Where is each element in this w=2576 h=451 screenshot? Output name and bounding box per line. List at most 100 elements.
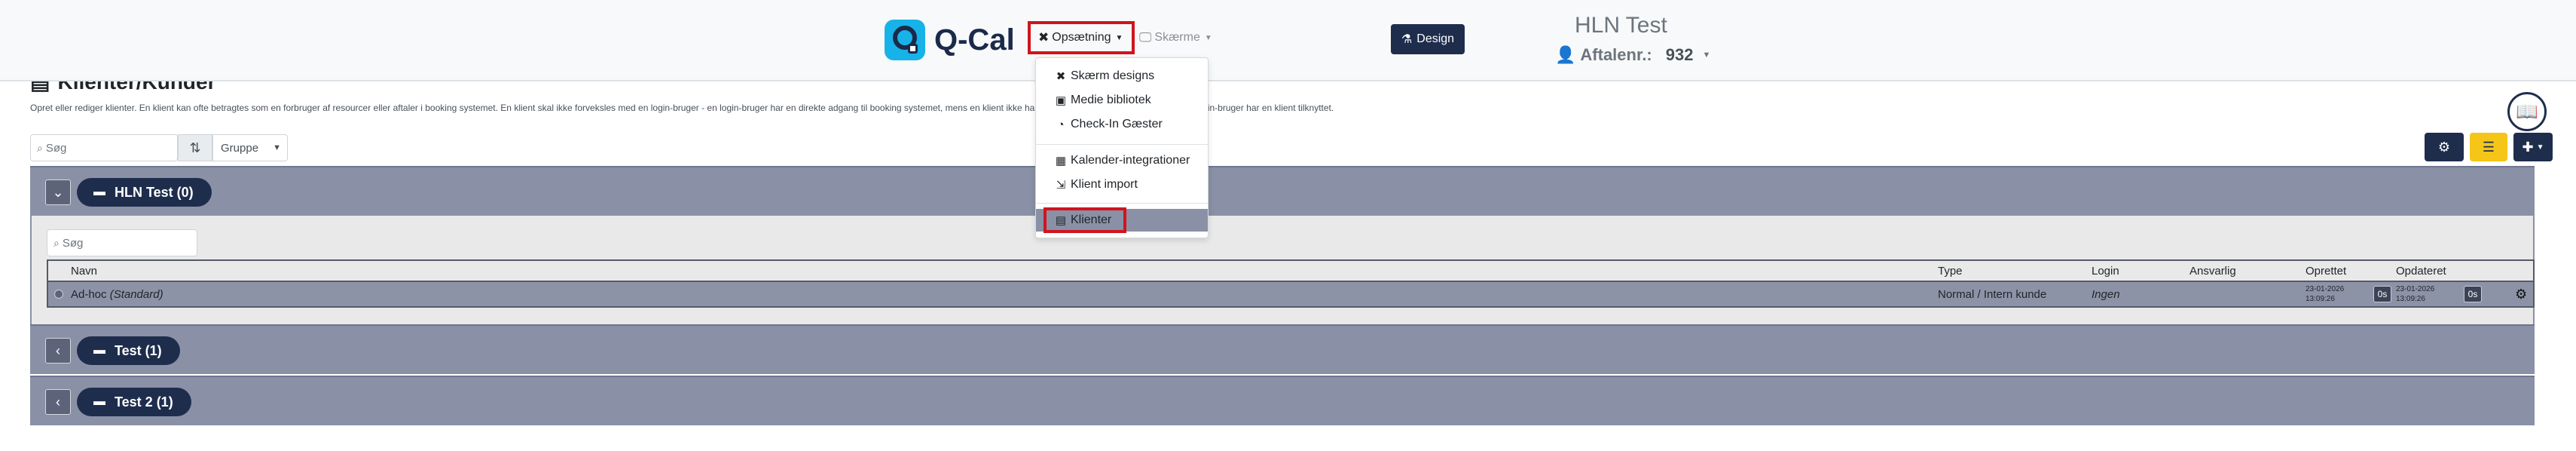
opsaetning-dropdown: ✖ Skærm designs ▣ Medie bibliotek ◔ Chec… bbox=[1035, 57, 1209, 238]
caret-down-icon: ▼ bbox=[1204, 33, 1212, 42]
column-header-login[interactable]: Login bbox=[2092, 265, 2119, 278]
caret-down-icon: ▼ bbox=[1702, 51, 1711, 60]
menu-item-label: Skærm designs bbox=[1071, 69, 1155, 82]
collapse-toggle[interactable]: ⌄ bbox=[45, 179, 71, 205]
users-icon: ▬ bbox=[93, 395, 105, 408]
menu-item-label: Kalender-integrationer bbox=[1071, 154, 1190, 167]
users-icon: ▬ bbox=[93, 186, 105, 198]
logo-calendar-dot bbox=[908, 44, 918, 54]
cell-navn: Ad-hoc (Standard) bbox=[71, 288, 163, 301]
settings-button[interactable]: ⚙ bbox=[2425, 133, 2464, 161]
company-name: HLN Test bbox=[1575, 13, 1667, 38]
opsaetning-label: Opsætning bbox=[1052, 31, 1111, 44]
caret-down-icon: ▼ bbox=[2536, 143, 2544, 152]
images-icon: ▣ bbox=[1055, 94, 1067, 107]
sort-icon: ⇅ bbox=[189, 140, 201, 155]
search-input[interactable]: ⌕ Søg bbox=[30, 134, 178, 161]
group-header: ‹ ▬ Test 2 (1) bbox=[30, 376, 2535, 425]
wrench-screwdriver-icon: ✖ bbox=[1056, 70, 1066, 83]
menu-item-label: Check-In Gæster bbox=[1071, 118, 1163, 130]
menu-item-klient-import[interactable]: ⇲ Klient import bbox=[1054, 176, 1138, 194]
column-header-navn[interactable]: Navn bbox=[71, 265, 97, 278]
skaerme-menu-button[interactable]: 🖵 Skærme ▼ bbox=[1139, 21, 1222, 54]
oprettet-date: 23-01-2026 bbox=[2306, 285, 2345, 293]
calendar-plus-icon: ▦ bbox=[1055, 155, 1067, 167]
oprettet-time: 13:09:26 bbox=[2306, 295, 2335, 303]
skaerme-label: Skærme bbox=[1154, 31, 1200, 44]
top-navbar: Q-Cal ✖ Opsætning ▼ 🖵 Skærme ▼ ⚗ Design … bbox=[0, 0, 2576, 81]
cell-login: Ingen bbox=[2092, 288, 2120, 301]
group-label-pill[interactable]: ▬ Test 2 (1) bbox=[77, 388, 191, 416]
search-icon: ⌕ bbox=[53, 236, 60, 249]
group-select[interactable]: Gruppe ▼ bbox=[212, 134, 288, 161]
menu-item-check-in-gaester[interactable]: ◔ Check-In Gæster bbox=[1054, 115, 1163, 133]
cell-opdateret: 23-01-2026 13:09:26 bbox=[2396, 284, 2434, 304]
cell-type: Normal / Intern kunde bbox=[1938, 288, 2047, 301]
cell-oprettet: 23-01-2026 13:09:26 bbox=[2306, 284, 2344, 304]
menu-item-medie-bibliotek[interactable]: ▣ Medie bibliotek bbox=[1054, 91, 1151, 109]
column-header-ansvarlig[interactable]: Ansvarlig bbox=[2189, 265, 2236, 278]
menu-item-label: Klient import bbox=[1071, 178, 1138, 191]
chevron-left-icon: ‹ bbox=[56, 394, 60, 410]
row-settings-gear-icon[interactable]: ⚙ bbox=[2515, 287, 2527, 302]
menu-divider bbox=[1036, 203, 1208, 204]
table-header-row: Navn Type Login Ansvarlig Oprettet Opdat… bbox=[47, 259, 2535, 282]
expand-toggle[interactable]: ‹ bbox=[45, 389, 71, 415]
design-button[interactable]: ⚗ Design bbox=[1391, 24, 1465, 54]
group-label: Test (1) bbox=[115, 342, 162, 358]
list-icon: ☰ bbox=[2482, 139, 2495, 155]
menu-divider bbox=[1036, 144, 1208, 145]
q-cal-logo-icon[interactable] bbox=[885, 20, 925, 60]
chevron-down-icon: ▼ bbox=[273, 143, 281, 152]
chevron-left-icon: ‹ bbox=[56, 342, 60, 358]
column-header-opdateret[interactable]: Opdateret bbox=[2396, 265, 2446, 278]
flask-icon: ⚗ bbox=[1401, 33, 1413, 46]
highlight-box bbox=[1044, 207, 1126, 233]
aftale-label: Aftalenr.: bbox=[1580, 45, 1652, 64]
gauge-icon: ◔ bbox=[1057, 118, 1065, 131]
file-import-icon: ⇲ bbox=[1056, 179, 1066, 192]
client-name-suffix: (Standard) bbox=[109, 288, 163, 301]
user-cog-icon: 👤 bbox=[1555, 45, 1576, 64]
plus-icon: ✚ bbox=[2522, 139, 2534, 155]
group-label-pill[interactable]: ▬ Test (1) bbox=[77, 336, 180, 365]
help-book-button[interactable]: 📖 bbox=[2507, 92, 2547, 131]
add-button[interactable]: ✚ ▼ bbox=[2513, 133, 2553, 161]
search-placeholder: Søg bbox=[62, 236, 84, 250]
sort-button[interactable]: ⇅ bbox=[178, 134, 212, 161]
column-header-type[interactable]: Type bbox=[1938, 265, 1963, 278]
users-icon: ▬ bbox=[93, 344, 105, 357]
group-content-panel: ⌕ Søg Navn Type Login Ansvarlig Oprettet… bbox=[30, 216, 2535, 324]
aftale-number: 932 bbox=[1665, 45, 1694, 64]
group-label-pill[interactable]: ▬ HLN Test (0) bbox=[77, 178, 212, 207]
menu-item-kalender-integrationer[interactable]: ▦ Kalender-integrationer bbox=[1054, 152, 1190, 170]
list-view-button[interactable]: ☰ bbox=[2470, 133, 2507, 161]
group-header: ⌄ ▬ HLN Test (0) bbox=[30, 166, 2535, 216]
opsaetning-menu-button[interactable]: ✖ Opsætning ▼ bbox=[1028, 21, 1135, 54]
menu-item-label: Medie bibliotek bbox=[1071, 94, 1151, 106]
opdateret-date: 23-01-2026 bbox=[2396, 285, 2435, 293]
group-search-input[interactable]: ⌕ Søg bbox=[47, 229, 197, 256]
column-header-oprettet[interactable]: Oprettet bbox=[2306, 265, 2346, 278]
row-status-icon bbox=[54, 290, 63, 299]
oprettet-age-badge: 0s bbox=[2373, 286, 2391, 302]
search-icon: ⌕ bbox=[37, 141, 43, 154]
opdateret-time: 13:09:26 bbox=[2396, 295, 2425, 303]
group-label: Test 2 (1) bbox=[115, 394, 173, 410]
gear-icon: ⚙ bbox=[2437, 139, 2451, 155]
clients-table: Navn Type Login Ansvarlig Oprettet Opdat… bbox=[47, 259, 2535, 308]
search-placeholder: Søg bbox=[45, 141, 67, 155]
monitor-icon: 🖵 bbox=[1139, 30, 1152, 44]
expand-toggle[interactable]: ‹ bbox=[45, 338, 71, 364]
chevron-down-icon: ⌄ bbox=[52, 184, 64, 200]
table-row[interactable]: Ad-hoc (Standard) Normal / Intern kunde … bbox=[47, 282, 2535, 308]
group-select-value: Gruppe bbox=[221, 141, 259, 155]
menu-item-skaerm-designs[interactable]: ✖ Skærm designs bbox=[1054, 67, 1154, 85]
group-label: HLN Test (0) bbox=[115, 184, 194, 200]
aftale-selector[interactable]: 👤 Aftalenr.: 932 ▼ bbox=[1555, 45, 1710, 65]
opdateret-age-badge: 0s bbox=[2464, 286, 2482, 302]
client-name: Ad-hoc bbox=[71, 288, 107, 301]
wrench-screwdriver-icon: ✖ bbox=[1038, 30, 1050, 44]
logo-text[interactable]: Q-Cal bbox=[934, 21, 1015, 59]
book-open-icon: 📖 bbox=[2516, 101, 2538, 122]
